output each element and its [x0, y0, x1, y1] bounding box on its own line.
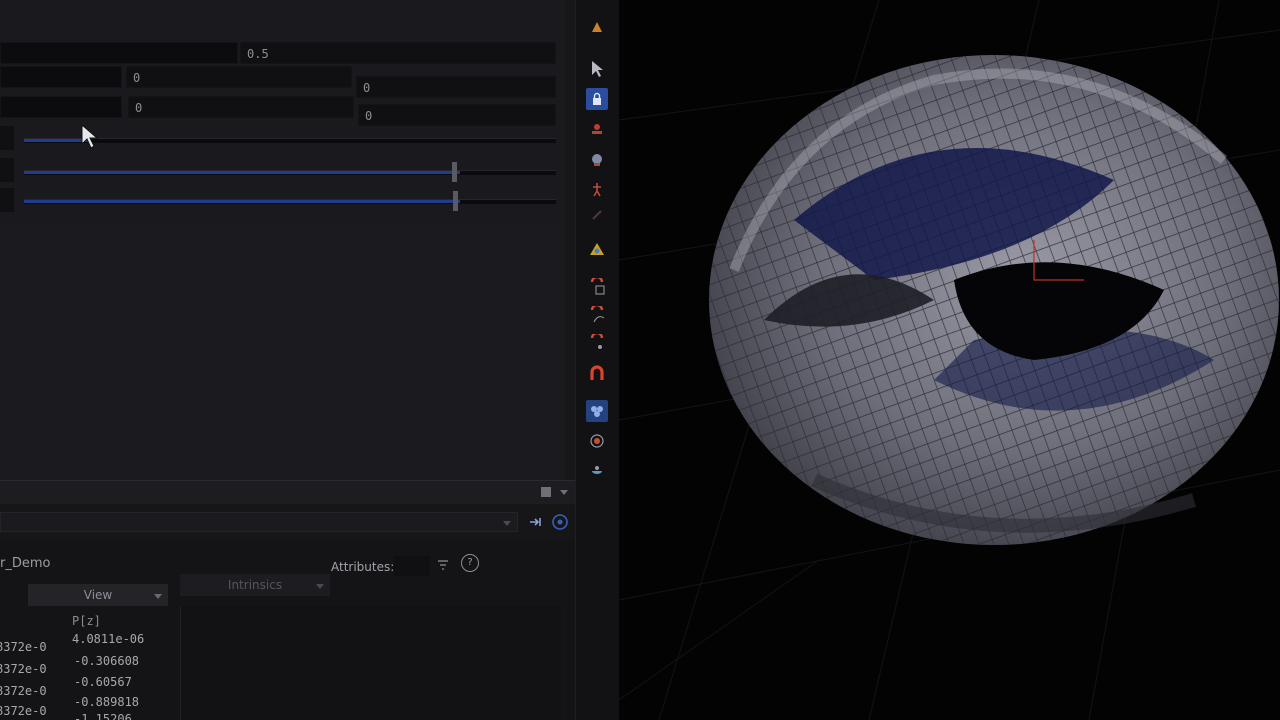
intrinsics-dropdown-chevron-icon[interactable]: [316, 582, 324, 590]
table-cell: -0.889818: [74, 695, 140, 709]
handle-icon[interactable]: [586, 118, 608, 140]
param-row1-value-field[interactable]: 0.5: [240, 42, 556, 64]
tool-paint-icon[interactable]: [586, 16, 608, 38]
table-cell: 8372e-0: [0, 662, 47, 676]
path-dropdown-chevron-icon[interactable]: [503, 519, 511, 527]
lock-icon[interactable]: [586, 88, 608, 110]
twisted-torus-model: [709, 55, 1279, 545]
parameter-empty-area: [0, 222, 565, 480]
help-icon-label: ?: [467, 557, 473, 568]
3d-viewport[interactable]: [619, 0, 1280, 720]
mouse-cursor-icon: [81, 124, 99, 149]
pane-maximize-icon[interactable]: [541, 487, 551, 497]
target-icon[interactable]: [586, 430, 608, 452]
slider3-label-stub: [0, 188, 14, 212]
slider-3-handle[interactable]: [453, 191, 458, 211]
slider-2[interactable]: [24, 162, 556, 182]
view-dropdown-chevron-icon[interactable]: [154, 592, 162, 600]
grid-snap-icon[interactable]: [586, 238, 608, 260]
slider-1[interactable]: [24, 138, 556, 143]
table-empty-area: [180, 606, 561, 720]
table-cell: 8372e-0: [0, 640, 47, 654]
table-cell: 4.0811e-06: [72, 632, 145, 646]
table-cell: 8372e-0: [0, 704, 47, 718]
help-icon[interactable]: ?: [461, 554, 479, 572]
table-cell: 8372e-0: [0, 684, 47, 698]
link-icon[interactable]: [550, 512, 570, 532]
sphere-icon[interactable]: [586, 148, 608, 170]
attribute-table: P[z] 8372e-0 4.0811e-06 8372e-0 -0.30660…: [0, 606, 180, 720]
parameter-editor: 0.5 0 0 0 0: [0, 0, 565, 223]
spreadsheet-node-label: r_Demo: [0, 556, 51, 571]
attributes-label: Attributes:: [331, 560, 395, 574]
vertex-snap-icon[interactable]: [586, 332, 608, 354]
param-row3-label-field[interactable]: [0, 96, 122, 118]
pin-icon[interactable]: [528, 514, 544, 530]
left-panel: 0.5 0 0 0 0 r_Demo View Intrinsics Attri…: [0, 0, 575, 720]
geometry-spreadsheet: r_Demo View Intrinsics Attributes: ? P[z…: [0, 540, 575, 720]
slider-2-handle[interactable]: [452, 162, 457, 182]
spreadsheet-toolbar: View Intrinsics Attributes: ?: [0, 554, 560, 606]
slider-3-fill: [24, 200, 461, 203]
curve-snap-icon[interactable]: [586, 276, 608, 298]
select-arrow-icon[interactable]: [586, 58, 608, 80]
param-row3-y-field[interactable]: 0: [358, 104, 556, 126]
camera-icon[interactable]: [586, 458, 608, 480]
param-row1-label-field[interactable]: [0, 42, 238, 64]
tab-intrinsics-label: Intrinsics: [227, 578, 283, 592]
attributes-filter-field[interactable]: [394, 556, 430, 576]
param-row2-y-field[interactable]: 0: [356, 76, 556, 98]
tab-view[interactable]: View: [28, 584, 168, 606]
magnet-icon[interactable]: [586, 362, 608, 384]
slider-2-fill: [24, 171, 461, 174]
pane-divider[interactable]: [0, 480, 575, 505]
param-row3-x-field[interactable]: 0: [128, 96, 354, 118]
column-header-pz: P[z]: [72, 614, 101, 628]
group-icon[interactable]: [586, 400, 608, 422]
table-cell: -0.306608: [74, 654, 140, 668]
bone-icon[interactable]: [586, 204, 608, 226]
tab-intrinsics[interactable]: Intrinsics: [180, 574, 330, 596]
point-snap-icon[interactable]: [586, 304, 608, 326]
slider2-label-stub: [0, 158, 14, 182]
table-cell: -1.15206: [74, 712, 132, 720]
path-field[interactable]: [0, 512, 518, 532]
table-cell: -0.60567: [74, 675, 132, 689]
tab-view-label: View: [83, 588, 113, 602]
slider1-label-stub: [0, 126, 14, 150]
param-row2-label-field[interactable]: [0, 66, 122, 88]
slider-3[interactable]: [24, 191, 556, 211]
filter-icon[interactable]: [436, 558, 450, 572]
param-row2-x-field[interactable]: 0: [126, 66, 352, 88]
slider-1-fill: [24, 139, 88, 142]
viewport-tool-shelf: [575, 0, 620, 720]
path-bar: [0, 504, 575, 540]
pose-icon[interactable]: [586, 178, 608, 200]
pane-menu-chevron-icon[interactable]: [560, 488, 568, 496]
